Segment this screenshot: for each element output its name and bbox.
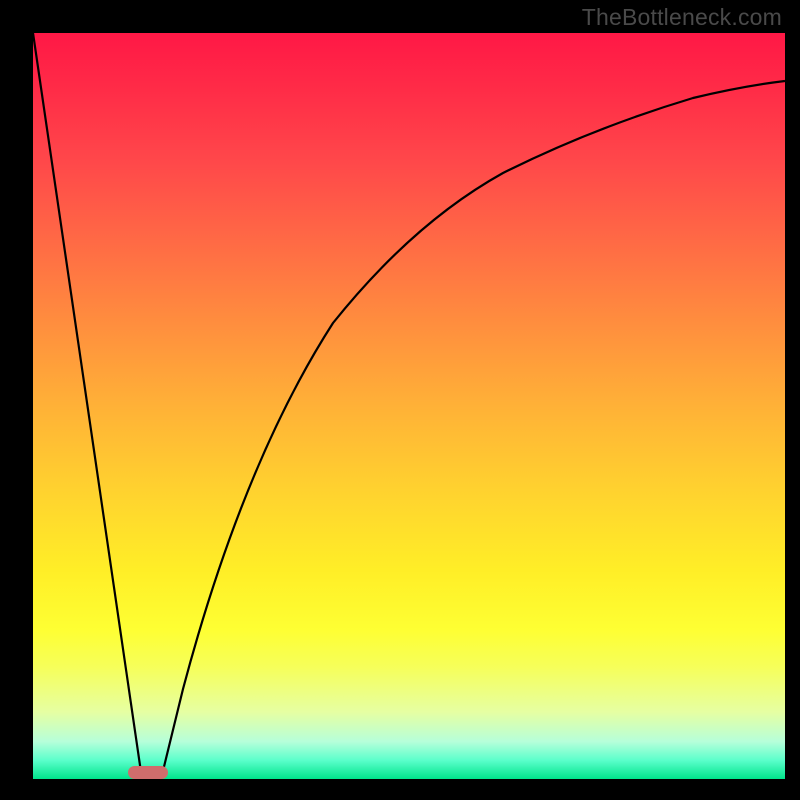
curve-left-branch: [33, 33, 142, 779]
plot-area: [33, 33, 785, 779]
bottleneck-curve: [33, 33, 785, 779]
curve-right-branch: [161, 81, 785, 779]
valley-pill-marker: [128, 766, 168, 779]
watermark-text: TheBottleneck.com: [582, 4, 782, 31]
chart-frame: TheBottleneck.com: [0, 0, 800, 800]
